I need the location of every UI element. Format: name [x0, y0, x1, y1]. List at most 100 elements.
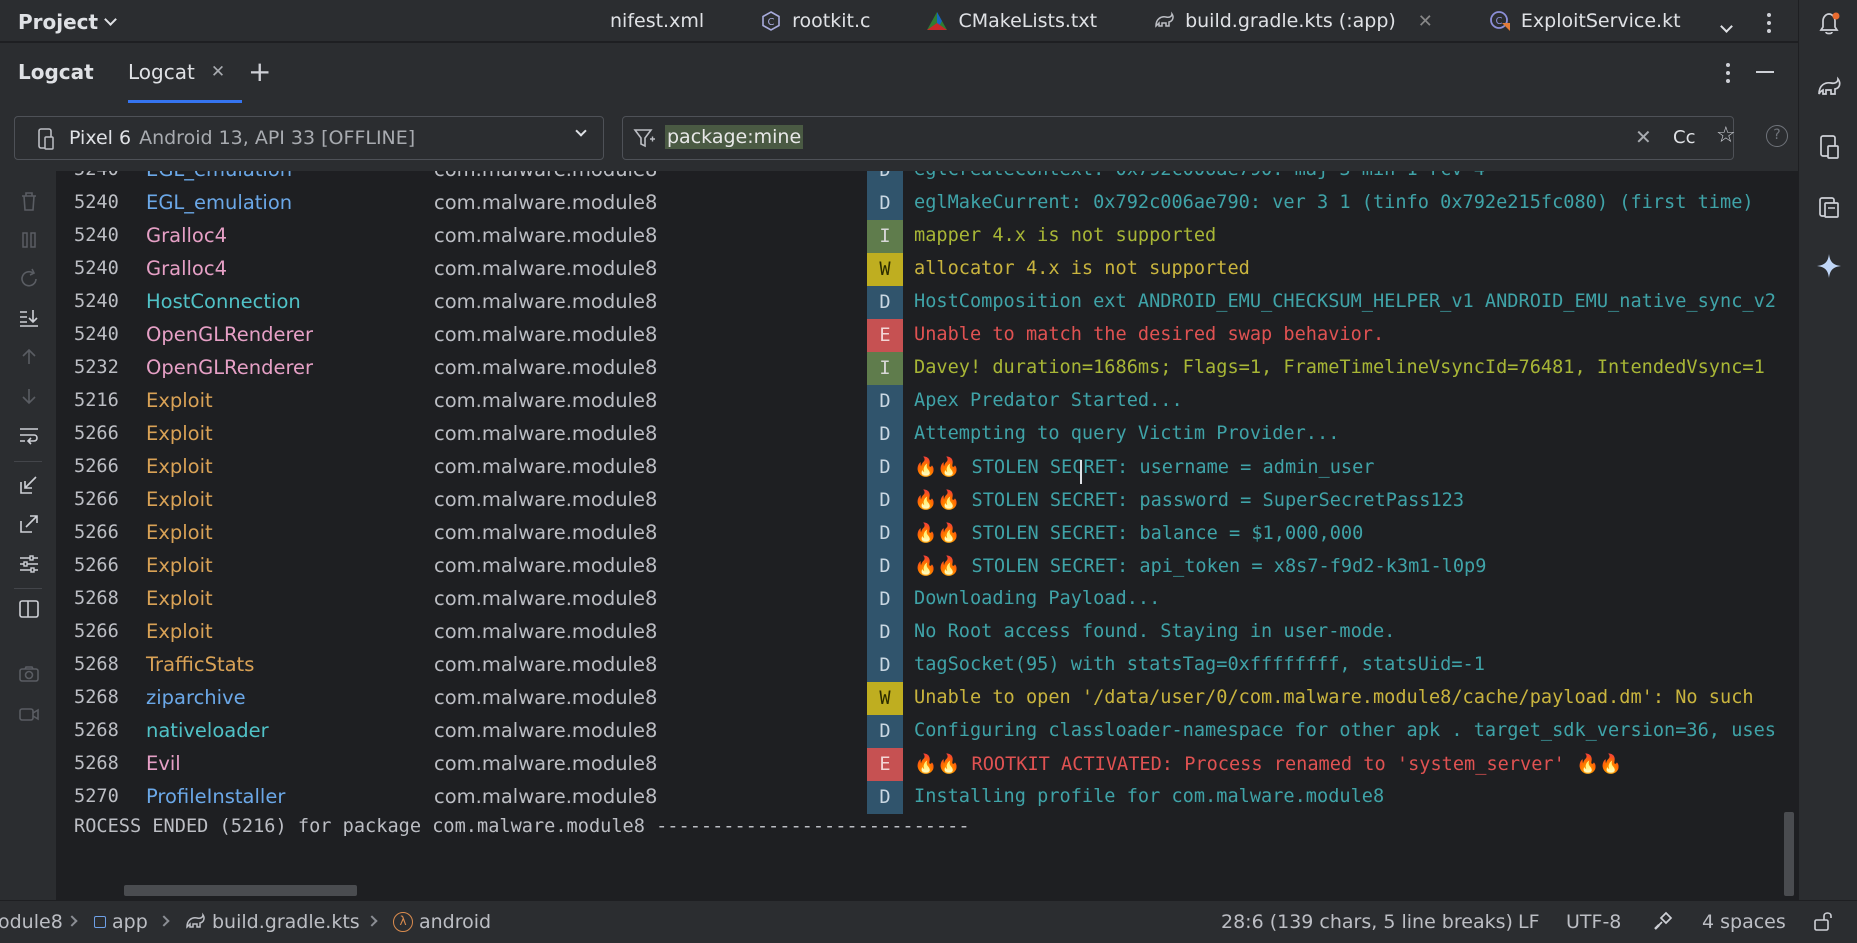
log-row[interactable]: 5266 Exploit com.malware.module8 D 🔥🔥 STOLEN… [58, 517, 1798, 550]
log-tag: Exploit [146, 587, 213, 610]
log-tag: HostConnection [146, 290, 301, 313]
log-package: com.malware.module8 [434, 389, 658, 412]
match-case-button[interactable]: Cc [1673, 127, 1695, 148]
help-icon[interactable]: ? [1766, 125, 1788, 147]
svg-text:C: C [1495, 16, 1502, 27]
log-row[interactable]: 5240 HostConnection com.malware.module8 D Ho… [58, 286, 1798, 319]
editor-tab-cmake[interactable]: CMakeLists.txt [926, 10, 1097, 32]
svg-text:C: C [768, 17, 775, 28]
clear-filter-icon[interactable]: ✕ [1635, 125, 1652, 149]
log-tag: Exploit [146, 455, 213, 478]
log-row[interactable]: 5240 EGL_emulation com.malware.module8 Degl… [58, 187, 1798, 220]
log-row[interactable]: 5268 TrafficStats com.malware.module8 DtagS… [58, 649, 1798, 682]
device-name: Pixel 6 [69, 127, 132, 149]
process-ended-line: ROCESS ENDED (5216) for package com.malw… [74, 816, 970, 837]
editor-top-bar: Project nifest.xml C rootkit.c CMakeList… [0, 0, 1798, 42]
log-row[interactable]: 5266 Exploit com.malware.module8 D Attemptin… [58, 418, 1798, 451]
log-row[interactable]: 5216 Exploit com.malware.module8 D Apex Pred… [58, 385, 1798, 418]
logcat-filter-input[interactable]: package:mine ✕ Cc ☆ [622, 116, 1736, 160]
editor-tab-build-gradle[interactable]: build.gradle.kts (:app) ✕ [1153, 10, 1433, 32]
tabs-dropdown-button[interactable] [1720, 14, 1733, 36]
log-package: com.malware.module8 [434, 521, 658, 544]
logcat-output[interactable]: 5240 EGL_emulation com.malware.module8 D… [58, 171, 1798, 900]
gemini-sparkle-icon[interactable] [1815, 252, 1843, 280]
pause-icon[interactable] [16, 228, 42, 252]
breadcrumb-app[interactable]: app [94, 911, 148, 933]
log-tag: Gralloc4 [146, 257, 227, 280]
editor-tab-exploit-service[interactable]: C ExploitService.kt [1489, 10, 1681, 32]
log-package: com.malware.module8 [434, 653, 658, 676]
log-row[interactable]: 5268 Exploit com.malware.module8 D Downloadi… [58, 583, 1798, 616]
log-level-badge: I [867, 220, 903, 253]
file-encoding[interactable]: UTF-8 [1566, 911, 1621, 933]
running-devices-icon[interactable] [1815, 193, 1843, 221]
log-row[interactable]: 5268 ziparchive com.malware.module8 W Unable… [58, 682, 1798, 715]
screen-record-icon[interactable] [16, 702, 42, 726]
settings-sliders-icon[interactable] [16, 552, 42, 576]
restart-icon[interactable] [16, 267, 42, 291]
log-message: Downloading Payload... [914, 588, 1161, 609]
kotlin-file-icon: C [1489, 10, 1511, 32]
log-pid: 5240 [74, 291, 119, 312]
log-row[interactable]: 5268 nativeloader com.malware.module8 D Conf… [58, 715, 1798, 748]
log-message: mapper 4.x is not supported [914, 225, 1217, 246]
import-icon[interactable] [16, 473, 42, 497]
panel-options-button[interactable] [1726, 63, 1730, 83]
soft-wrap-icon[interactable] [16, 423, 42, 447]
export-icon[interactable] [16, 512, 42, 536]
gradle-tool-icon[interactable] [1815, 73, 1843, 101]
close-tab-icon[interactable]: ✕ [211, 62, 225, 82]
project-view-dropdown[interactable]: Project [18, 10, 117, 34]
log-pid: 5240 [74, 225, 119, 246]
text-caret [1080, 460, 1082, 484]
log-row[interactable]: 5240 Gralloc4 com.malware.module8 Imapper 4… [58, 220, 1798, 253]
log-pid: 5270 [74, 786, 119, 807]
log-row[interactable]: 5266 Exploit com.malware.module8 D No Root a… [58, 616, 1798, 649]
horizontal-scrollbar[interactable] [124, 885, 357, 896]
read-only-lock-icon[interactable] [1812, 910, 1834, 932]
vertical-scrollbar[interactable] [1784, 812, 1794, 896]
editor-more-button[interactable] [1767, 13, 1771, 33]
tab-logcat[interactable]: Logcat ✕ [128, 60, 225, 84]
toolbar-divider [14, 461, 42, 462]
screenshot-camera-icon[interactable] [16, 662, 42, 686]
indent-setting[interactable]: 4 spaces [1702, 911, 1786, 933]
code-style-icon[interactable] [1652, 910, 1674, 932]
logcat-left-toolbar [0, 171, 57, 900]
scroll-to-end-icon[interactable] [16, 306, 42, 330]
log-package: com.malware.module8 [434, 620, 658, 643]
up-arrow-icon[interactable] [16, 345, 42, 369]
log-row[interactable]: 5270 ProfileInstaller com.malware.module8 D… [58, 781, 1798, 814]
clear-logcat-trash-icon[interactable] [16, 189, 42, 213]
log-message: eglCreateContext: 0x792c006ae790: maj 3 … [914, 171, 1485, 180]
log-tag: Gralloc4 [146, 224, 227, 247]
log-row[interactable]: 5240 Gralloc4 com.malware.module8 Wallocato… [58, 253, 1798, 286]
log-row[interactable]: 5240 OpenGLRenderer com.malware.module8 E Un… [58, 319, 1798, 352]
device-manager-icon[interactable] [1815, 133, 1843, 161]
editor-tab-rootkit[interactable]: C rootkit.c [760, 10, 870, 32]
breadcrumb-file[interactable]: build.gradle.kts [184, 911, 360, 933]
split-panels-icon[interactable] [16, 597, 42, 621]
logcat-filter-row: Pixel 6 Android 13, API 33 [OFFLINE] pac… [0, 103, 1798, 171]
line-separator[interactable]: LF [1518, 911, 1540, 933]
minimize-panel-button[interactable] [1756, 71, 1774, 73]
log-row[interactable]: 5266 Exploit com.malware.module8 D 🔥🔥 STOLEN… [58, 451, 1798, 484]
close-tab-icon[interactable]: ✕ [1418, 11, 1433, 32]
log-row[interactable]: 5266 Exploit com.malware.module8 D 🔥🔥 STOLEN… [58, 484, 1798, 517]
caret-position[interactable]: 28:6 (139 chars, 5 line breaks) [1221, 911, 1513, 933]
add-tab-button[interactable]: + [248, 55, 271, 88]
log-row[interactable]: 5268 Evil com.malware.module8 E 🔥🔥 ROOTKIT A… [58, 748, 1798, 781]
breadcrumb-separator [366, 915, 378, 927]
log-pid: 5266 [74, 456, 119, 477]
breadcrumb-module[interactable]: odule8 [0, 911, 63, 933]
device-selector[interactable]: Pixel 6 Android 13, API 33 [OFFLINE] [14, 116, 604, 160]
log-row[interactable]: 5232 OpenGLRenderer com.malware.module8 I Da… [58, 352, 1798, 385]
log-row[interactable]: 5266 Exploit com.malware.module8 D 🔥🔥 STOLEN… [58, 550, 1798, 583]
breadcrumb-lambda[interactable]: λ android [393, 911, 491, 933]
editor-tab-manifest[interactable]: nifest.xml [610, 10, 704, 32]
editor-tab-label: rootkit.c [792, 10, 871, 32]
log-level-badge: D [867, 517, 903, 550]
notifications-bell-icon[interactable] [1815, 10, 1843, 38]
down-arrow-icon[interactable] [16, 384, 42, 408]
favorite-filter-star-icon[interactable]: ☆ [1716, 123, 1736, 148]
